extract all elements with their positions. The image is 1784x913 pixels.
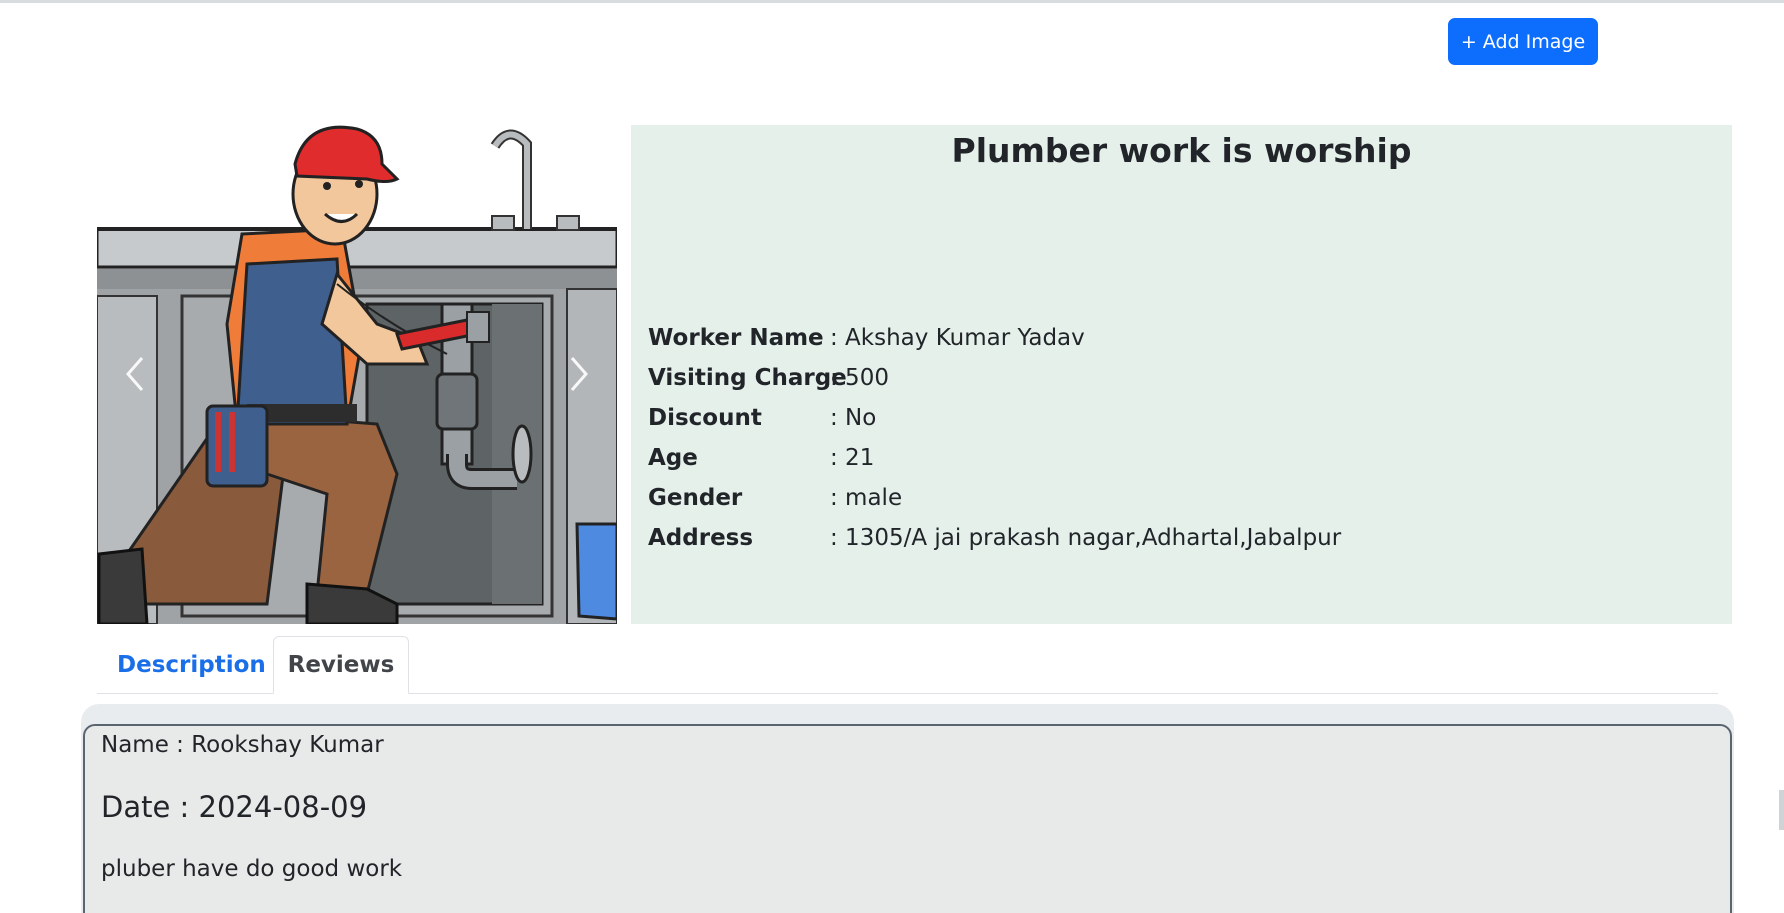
tab-reviews[interactable]: Reviews: [273, 636, 409, 694]
scrollbar-fragment[interactable]: [1779, 790, 1784, 830]
info-label: Visiting Charge: [648, 365, 847, 391]
chevron-right-icon: [570, 357, 588, 391]
info-value: : 21: [830, 445, 875, 471]
review-card: Name : Rookshay Kumar Date : 2024-08-09 …: [83, 724, 1732, 913]
review-author: Name : Rookshay Kumar: [101, 732, 384, 758]
carousel-prev-button[interactable]: [105, 324, 165, 424]
info-value: : 1305/A jai prakash nagar,Adhartal,Jaba…: [830, 525, 1342, 551]
chevron-left-icon: [126, 357, 144, 391]
info-value: : 500: [830, 365, 889, 391]
info-value: : No: [830, 405, 877, 431]
info-label: Worker Name: [648, 325, 824, 351]
info-row-worker-name: Worker Name : Akshay Kumar Yadav: [648, 318, 1085, 358]
info-row-visiting-charge: Visiting Charge : 500: [648, 358, 889, 398]
info-label: Age: [648, 445, 698, 471]
detail-tabs: Description Reviews: [97, 636, 1718, 694]
info-row-address: Address : 1305/A jai prakash nagar,Adhar…: [648, 518, 1341, 558]
review-date: Date : 2024-08-09: [101, 790, 368, 824]
image-carousel[interactable]: [97, 124, 617, 624]
review-text: pluber have do good work: [101, 856, 403, 882]
add-image-button[interactable]: + Add Image: [1448, 18, 1598, 65]
info-label: Address: [648, 525, 754, 551]
tab-description[interactable]: Description: [97, 636, 286, 694]
info-row-discount: Discount : No: [648, 398, 876, 438]
worker-title: Plumber work is worship: [951, 131, 1412, 170]
info-label: Discount: [648, 405, 762, 431]
plumber-illustration: [97, 125, 617, 624]
carousel-next-button[interactable]: [549, 324, 609, 424]
info-value: : male: [830, 485, 903, 511]
info-value: : Akshay Kumar Yadav: [830, 325, 1085, 351]
worker-info-panel: Plumber work is worship Worker Name : Ak…: [631, 125, 1732, 624]
info-row-age: Age : 21: [648, 438, 874, 478]
top-divider: [0, 0, 1784, 3]
info-label: Gender: [648, 485, 743, 511]
info-row-gender: Gender : male: [648, 478, 902, 518]
reviews-container: Name : Rookshay Kumar Date : 2024-08-09 …: [81, 704, 1734, 913]
